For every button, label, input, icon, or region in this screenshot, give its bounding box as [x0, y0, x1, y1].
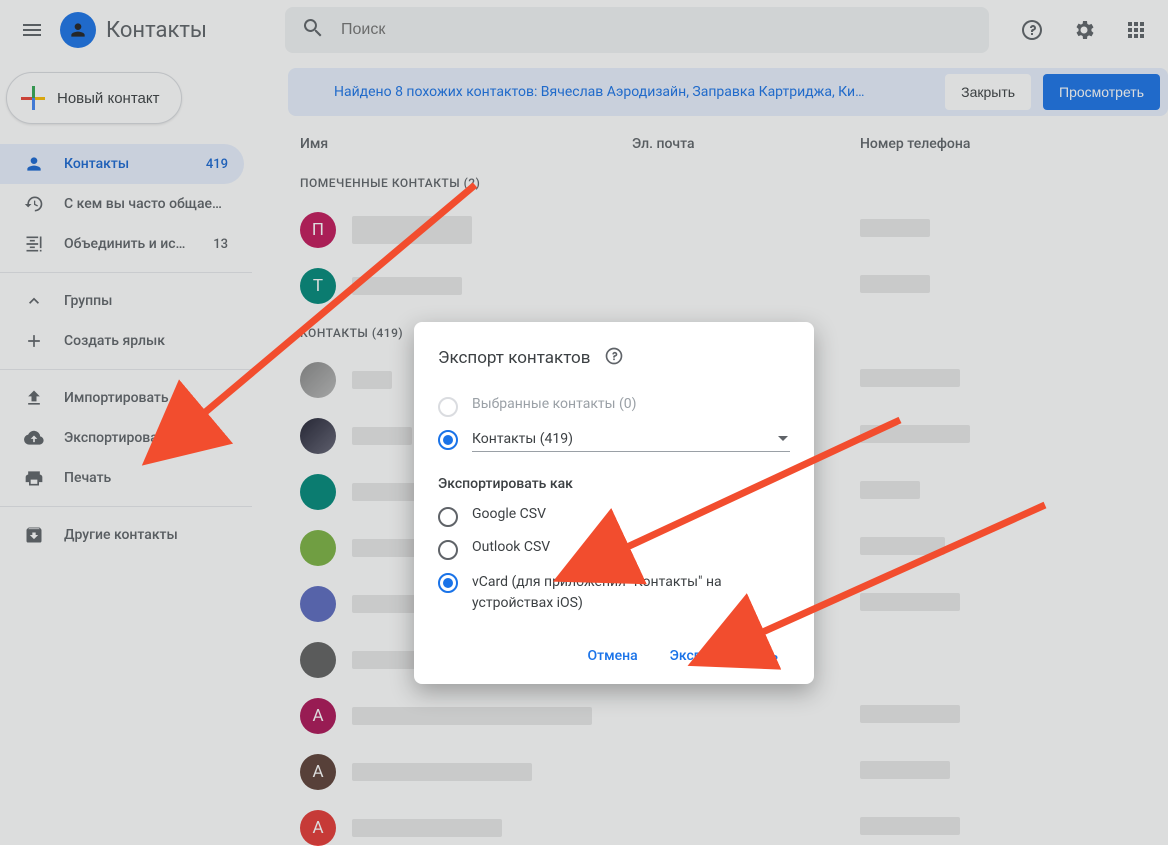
radio-vcard[interactable]: vCard (для приложения "Контакты" на устр…	[438, 566, 790, 620]
export-as-label: Экспортировать как	[438, 476, 790, 492]
cancel-button[interactable]: Отмена	[575, 640, 649, 672]
radio-google-csv[interactable]: Google CSV	[438, 500, 790, 533]
radio-outlook-csv[interactable]: Outlook CSV	[438, 533, 790, 566]
radio-contacts-group[interactable]: Контакты (419)	[438, 423, 790, 458]
export-button[interactable]: Экспортировать	[658, 640, 790, 672]
group-select[interactable]: Контакты (419)	[472, 429, 790, 452]
radio-label: Выбранные контакты (0)	[472, 396, 637, 412]
radio-icon	[438, 397, 458, 417]
help-icon[interactable]	[604, 346, 624, 370]
dialog-title: Экспорт контактов	[438, 348, 590, 368]
radio-selected-contacts: Выбранные контакты (0)	[438, 390, 790, 423]
radio-label: Outlook CSV	[472, 539, 550, 555]
radio-icon	[438, 430, 458, 450]
radio-icon	[438, 540, 458, 560]
radio-label: Google CSV	[472, 506, 546, 522]
radio-icon	[438, 573, 458, 593]
radio-label: vCard (для приложения "Контакты" на устр…	[472, 572, 790, 614]
export-dialog: Экспорт контактов Выбранные контакты (0)…	[414, 322, 814, 684]
radio-icon	[438, 507, 458, 527]
